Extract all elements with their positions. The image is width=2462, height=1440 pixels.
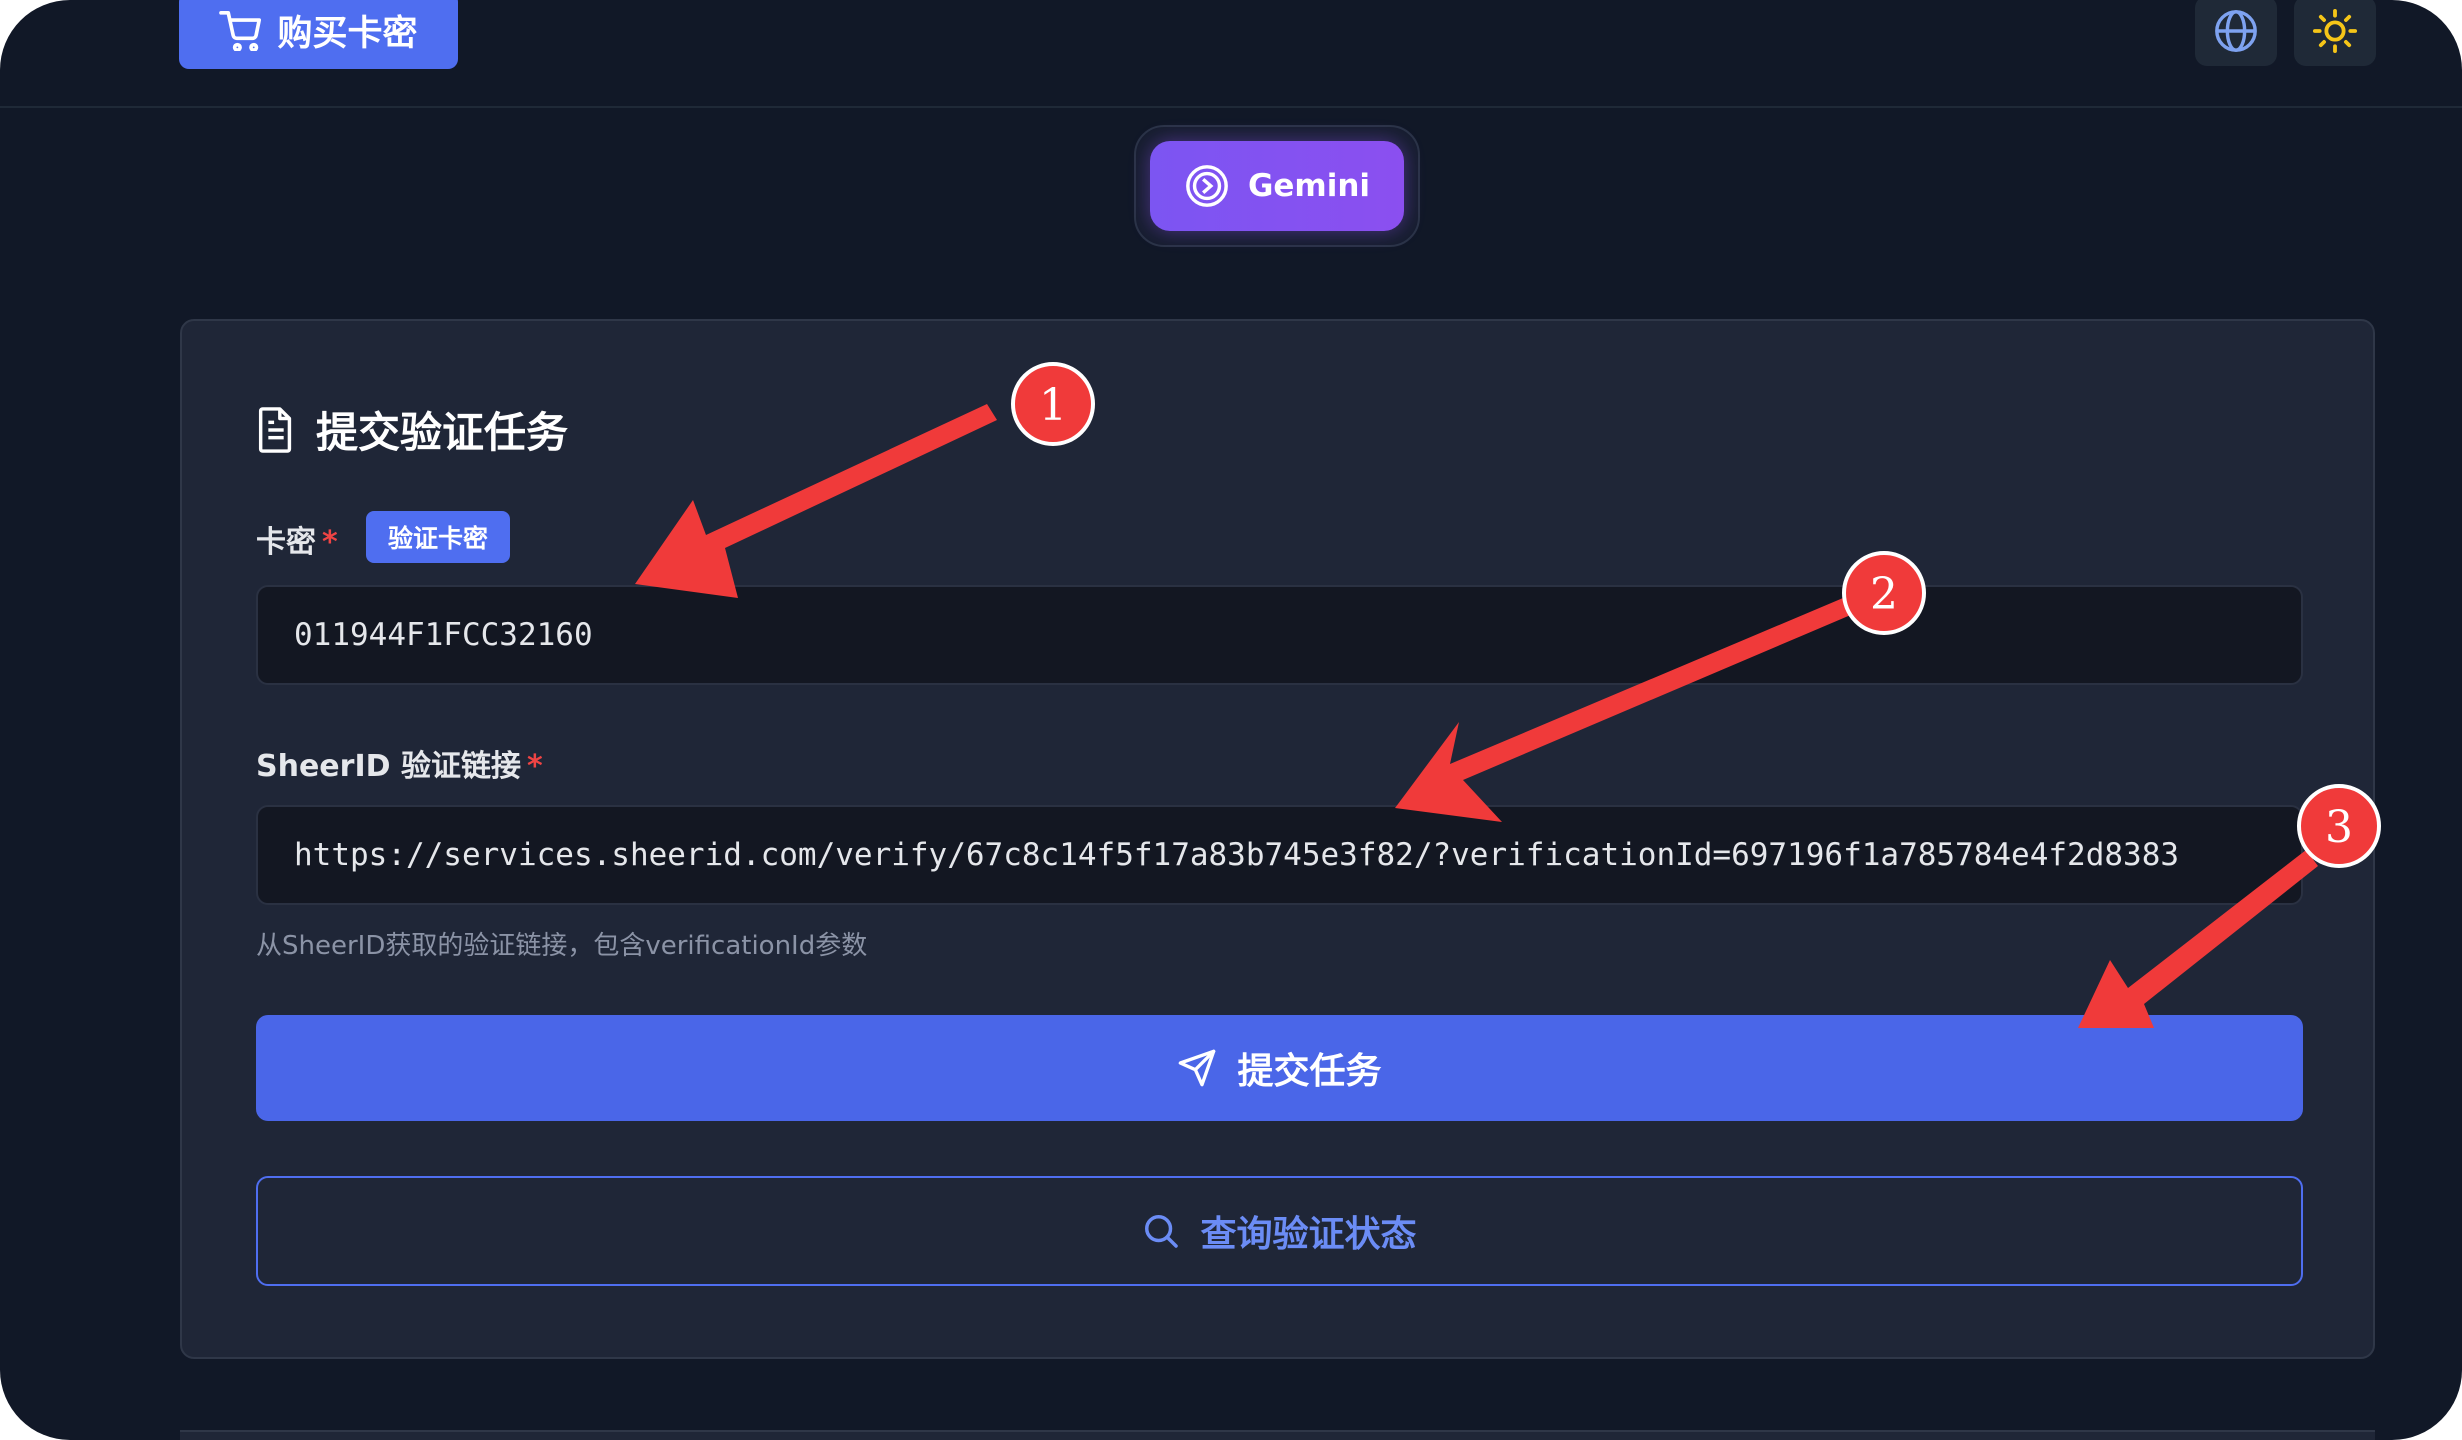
search-icon [1145, 1215, 1179, 1248]
theme-toggle-button[interactable] [2294, 0, 2376, 66]
tab-gemini-label: Gemini [1247, 168, 1371, 204]
query-status-label: 查询验证状态 [1200, 1214, 1417, 1255]
top-bar: 购买卡密 [0, 0, 2462, 108]
gemini-icon [1186, 165, 1228, 207]
card-key-value: 011944F1FCC32160 [294, 617, 593, 653]
app-window: 购买卡密 Gemini 提交验证任务 卡密 * 验证卡密 011944F1FCC… [0, 0, 2462, 1440]
sheerid-url-input[interactable]: https://services.sheerid.com/verify/67c8… [256, 805, 2303, 905]
verify-card-key-label: 验证卡密 [387, 524, 488, 553]
required-mark: * [322, 525, 338, 560]
service-tabs: Gemini [1134, 125, 1420, 247]
submit-task-button[interactable]: 提交任务 [256, 1015, 2303, 1121]
language-button[interactable] [2195, 0, 2277, 66]
send-icon [1179, 1049, 1216, 1087]
tab-gemini[interactable]: Gemini [1150, 141, 1404, 231]
card-key-label: 卡密 * [256, 517, 338, 561]
buy-card-key-label: 购买卡密 [277, 14, 418, 54]
sheerid-label-text: SheerID 验证链接 [256, 749, 521, 784]
sun-icon [2312, 8, 2358, 54]
verify-card-key-button[interactable]: 验证卡密 [366, 511, 510, 563]
submit-task-label: 提交任务 [1237, 1051, 1382, 1092]
sheerid-label: SheerID 验证链接 * [256, 741, 543, 785]
card-title: 提交验证任务 [316, 408, 569, 457]
card-key-label-text: 卡密 [256, 525, 316, 560]
document-icon [258, 406, 292, 453]
sheerid-url-value: https://services.sheerid.com/verify/67c8… [294, 837, 2180, 873]
buy-card-key-button[interactable]: 购买卡密 [179, 0, 458, 69]
submit-task-card: 提交验证任务 卡密 * 验证卡密 011944F1FCC32160 SheerID… [180, 319, 2375, 1359]
next-card-edge [180, 1430, 2375, 1440]
query-status-button[interactable]: 查询验证状态 [256, 1176, 2303, 1286]
required-mark: * [526, 749, 543, 784]
card-header: 提交验证任务 [256, 399, 568, 460]
globe-icon [2215, 10, 2257, 52]
sheerid-hint: 从SheerID获取的验证链接，包含verificationId参数 [256, 931, 868, 961]
card-key-input[interactable]: 011944F1FCC32160 [256, 585, 2303, 685]
cart-icon [219, 10, 262, 51]
